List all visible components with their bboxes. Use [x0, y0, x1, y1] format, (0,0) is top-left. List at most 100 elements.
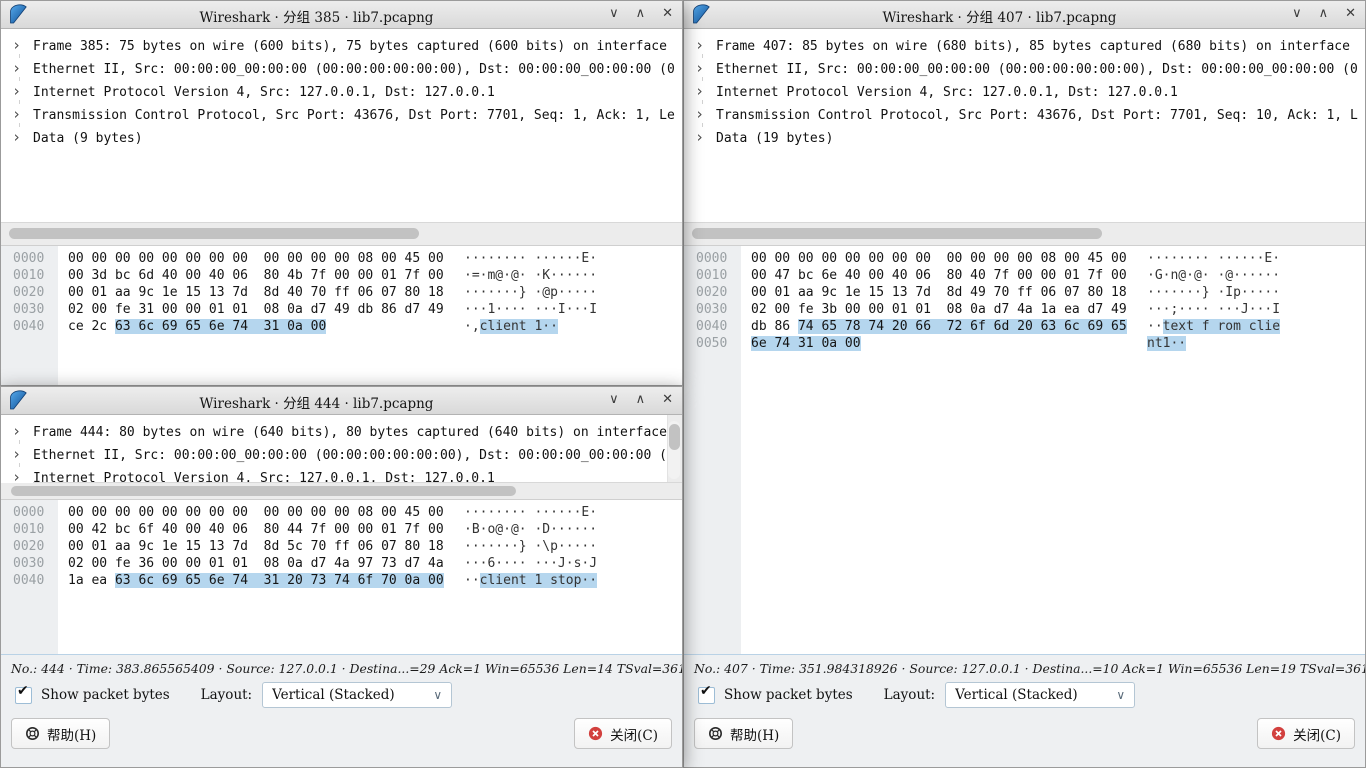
hex-bytes[interactable]: 00 00 00 00 00 00 00 00 00 00 00 00 08 0… — [68, 504, 456, 521]
hex-dump-row[interactable]: 001000 42 bc 6f 40 00 40 06 80 44 7f 00 … — [1, 521, 682, 538]
expander-chevron-icon[interactable]: › — [684, 104, 716, 123]
hex-dump-row[interactable]: 003002 00 fe 3b 00 00 01 01 08 0a d7 4a … — [684, 301, 1365, 318]
show-packet-bytes-label[interactable]: Show packet bytes — [724, 687, 853, 703]
ascii-bytes[interactable]: ··text f rom clie — [1147, 319, 1280, 334]
highlighted-ascii-bytes[interactable]: client 1 stop·· — [480, 573, 597, 588]
expander-chevron-icon[interactable]: › — [1, 81, 33, 100]
minimize-icon[interactable]: ∨ — [1292, 5, 1302, 23]
horizontal-scrollbar-thumb[interactable] — [9, 228, 419, 239]
hex-dump-row[interactable]: 001000 47 bc 6e 40 00 40 06 80 40 7f 00 … — [684, 267, 1365, 284]
hex-dump-row[interactable]: 002000 01 aa 9c 1e 15 13 7d 8d 5c 70 ff … — [1, 538, 682, 555]
hex-bytes[interactable]: 02 00 fe 31 00 00 01 01 08 0a d7 49 db 8… — [68, 301, 456, 318]
close-window-icon[interactable]: ✕ — [662, 391, 673, 409]
show-packet-bytes-checkbox[interactable]: ✔ — [15, 687, 32, 704]
packet-details-tree[interactable]: ›Frame 407: 85 bytes on wire (680 bits),… — [684, 29, 1365, 245]
help-button[interactable]: 帮助(H) — [11, 718, 110, 749]
ascii-bytes[interactable]: ········ ······E· — [464, 505, 597, 520]
expander-chevron-icon[interactable]: › — [1, 421, 33, 440]
hex-bytes[interactable]: 00 00 00 00 00 00 00 00 00 00 00 00 08 0… — [68, 250, 456, 267]
ascii-bytes[interactable]: ···1···· ···I···I — [464, 302, 597, 317]
maximize-icon[interactable]: ∧ — [636, 5, 646, 23]
hex-dump-row[interactable]: 0040ce 2c 63 6c 69 65 6e 74 31 0a 00·,cl… — [1, 318, 682, 335]
hex-bytes[interactable]: 1a ea 63 6c 69 65 6e 74 31 20 73 74 6f 7… — [68, 572, 456, 589]
highlighted-ascii-bytes[interactable]: nt1·· — [1147, 336, 1186, 351]
packet-details-tree[interactable]: ›Frame 444: 80 bytes on wire (640 bits),… — [1, 415, 682, 499]
expander-chevron-icon[interactable]: › — [1, 58, 33, 77]
help-button[interactable]: 帮助(H) — [694, 718, 793, 749]
hex-dump-pane[interactable]: 000000 00 00 00 00 00 00 00 00 00 00 00 … — [1, 245, 682, 385]
tree-horizontal-scrollbar[interactable] — [1, 482, 682, 499]
packet-tree-row[interactable]: ›Frame 385: 75 bytes on wire (600 bits),… — [1, 35, 682, 58]
hex-bytes[interactable]: 02 00 fe 3b 00 00 01 01 08 0a d7 4a 1a e… — [751, 301, 1139, 318]
horizontal-scrollbar-thumb[interactable] — [11, 486, 516, 496]
ascii-bytes[interactable]: ·······} ·Ip····· — [1147, 285, 1280, 300]
minimize-icon[interactable]: ∨ — [609, 391, 619, 409]
expander-chevron-icon[interactable]: › — [1, 444, 33, 463]
ascii-bytes[interactable]: nt1·· — [1147, 336, 1186, 351]
hex-dump-row[interactable]: 003002 00 fe 31 00 00 01 01 08 0a d7 49 … — [1, 301, 682, 318]
ascii-bytes[interactable]: ··client 1 stop·· — [464, 573, 597, 588]
expander-chevron-icon[interactable]: › — [684, 58, 716, 77]
packet-tree-row[interactable]: ›Transmission Control Protocol, Src Port… — [684, 104, 1365, 127]
close-window-icon[interactable]: ✕ — [1345, 5, 1356, 23]
show-packet-bytes-checkbox[interactable]: ✔ — [698, 687, 715, 704]
horizontal-scrollbar-thumb[interactable] — [692, 228, 1102, 239]
packet-tree-row[interactable]: ›Ethernet II, Src: 00:00:00_00:00:00 (00… — [684, 58, 1365, 81]
ascii-bytes[interactable]: ·B·o@·@· ·D······ — [464, 522, 597, 537]
highlighted-ascii-bytes[interactable]: client 1·· — [480, 319, 558, 334]
packet-tree-row[interactable]: ›Internet Protocol Version 4, Src: 127.0… — [1, 81, 682, 104]
ascii-bytes[interactable]: ········ ······E· — [1147, 251, 1280, 266]
hex-dump-row[interactable]: 000000 00 00 00 00 00 00 00 00 00 00 00 … — [684, 250, 1365, 267]
ascii-bytes[interactable]: ···;···· ···J···I — [1147, 302, 1280, 317]
hex-dump-row[interactable]: 0040db 86 74 65 78 74 20 66 72 6f 6d 20 … — [684, 318, 1365, 335]
packet-tree-row[interactable]: ›Ethernet II, Src: 00:00:00_00:00:00 (00… — [1, 444, 667, 467]
close-button[interactable]: 关闭(C) — [1257, 718, 1355, 749]
hex-bytes[interactable]: 00 3d bc 6d 40 00 40 06 80 4b 7f 00 00 0… — [68, 267, 456, 284]
show-packet-bytes-label[interactable]: Show packet bytes — [41, 687, 170, 703]
hex-bytes[interactable]: 02 00 fe 36 00 00 01 01 08 0a d7 4a 97 7… — [68, 555, 456, 572]
hex-dump-row[interactable]: 002000 01 aa 9c 1e 15 13 7d 8d 49 70 ff … — [684, 284, 1365, 301]
tree-horizontal-scrollbar[interactable] — [684, 222, 1365, 245]
expander-chevron-icon[interactable]: › — [684, 81, 716, 100]
ascii-bytes[interactable]: ·······} ·@p····· — [464, 285, 597, 300]
vertical-scrollbar-thumb[interactable] — [669, 424, 680, 450]
expander-chevron-icon[interactable]: › — [1, 104, 33, 123]
expander-chevron-icon[interactable]: › — [1, 127, 33, 146]
titlebar[interactable]: Wireshark · 分组 407 · lib7.pcapng ∨ ∧ ✕ — [684, 1, 1365, 29]
hex-bytes[interactable]: 00 01 aa 9c 1e 15 13 7d 8d 40 70 ff 06 0… — [68, 284, 456, 301]
close-button[interactable]: 关闭(C) — [574, 718, 672, 749]
highlighted-ascii-bytes[interactable]: text f rom clie — [1163, 319, 1280, 334]
packet-details-tree[interactable]: ›Frame 385: 75 bytes on wire (600 bits),… — [1, 29, 682, 245]
ascii-bytes[interactable]: ···6···· ···J·s·J — [464, 556, 597, 571]
expander-chevron-icon[interactable]: › — [684, 127, 716, 146]
hex-bytes[interactable]: 00 42 bc 6f 40 00 40 06 80 44 7f 00 00 0… — [68, 521, 456, 538]
ascii-bytes[interactable]: ·=·m@·@· ·K······ — [464, 268, 597, 283]
layout-select[interactable]: Vertical (Stacked) ∨ — [262, 682, 452, 708]
hex-dump-row[interactable]: 003002 00 fe 36 00 00 01 01 08 0a d7 4a … — [1, 555, 682, 572]
maximize-icon[interactable]: ∧ — [636, 391, 646, 409]
packet-tree-row[interactable]: ›Transmission Control Protocol, Src Port… — [1, 104, 682, 127]
packet-tree-row[interactable]: ›Internet Protocol Version 4, Src: 127.0… — [1, 467, 667, 483]
hex-dump-row[interactable]: 002000 01 aa 9c 1e 15 13 7d 8d 40 70 ff … — [1, 284, 682, 301]
expander-chevron-icon[interactable]: › — [684, 35, 716, 54]
hex-bytes[interactable]: 00 01 aa 9c 1e 15 13 7d 8d 49 70 ff 06 0… — [751, 284, 1139, 301]
hex-bytes[interactable]: ce 2c 63 6c 69 65 6e 74 31 0a 00 — [68, 318, 456, 335]
ascii-bytes[interactable]: ·,client 1·· — [464, 319, 558, 334]
highlighted-hex-bytes[interactable]: 74 65 78 74 20 66 72 6f 6d 20 63 6c 69 6… — [798, 319, 1127, 334]
hex-bytes[interactable]: 00 47 bc 6e 40 00 40 06 80 40 7f 00 00 0… — [751, 267, 1139, 284]
hex-dump-row[interactable]: 00401a ea 63 6c 69 65 6e 74 31 20 73 74 … — [1, 572, 682, 589]
packet-tree-row[interactable]: ›Internet Protocol Version 4, Src: 127.0… — [684, 81, 1365, 104]
hex-bytes[interactable]: db 86 74 65 78 74 20 66 72 6f 6d 20 63 6… — [751, 318, 1139, 335]
expander-chevron-icon[interactable]: › — [1, 35, 33, 54]
titlebar[interactable]: Wireshark · 分组 385 · lib7.pcapng ∨ ∧ ✕ — [1, 1, 682, 29]
hex-dump-row[interactable]: 000000 00 00 00 00 00 00 00 00 00 00 00 … — [1, 504, 682, 521]
tree-vertical-scrollbar[interactable] — [668, 421, 680, 479]
packet-tree-row[interactable]: ›Data (9 bytes) — [1, 127, 682, 150]
hex-bytes[interactable]: 00 01 aa 9c 1e 15 13 7d 8d 5c 70 ff 06 0… — [68, 538, 456, 555]
maximize-icon[interactable]: ∧ — [1319, 5, 1329, 23]
highlighted-hex-bytes[interactable]: 63 6c 69 65 6e 74 31 0a 00 — [115, 319, 326, 334]
packet-tree-row[interactable]: ›Ethernet II, Src: 00:00:00_00:00:00 (00… — [1, 58, 682, 81]
layout-select[interactable]: Vertical (Stacked) ∨ — [945, 682, 1135, 708]
ascii-bytes[interactable]: ·······} ·\p····· — [464, 539, 597, 554]
hex-bytes[interactable]: 00 00 00 00 00 00 00 00 00 00 00 00 08 0… — [751, 250, 1139, 267]
